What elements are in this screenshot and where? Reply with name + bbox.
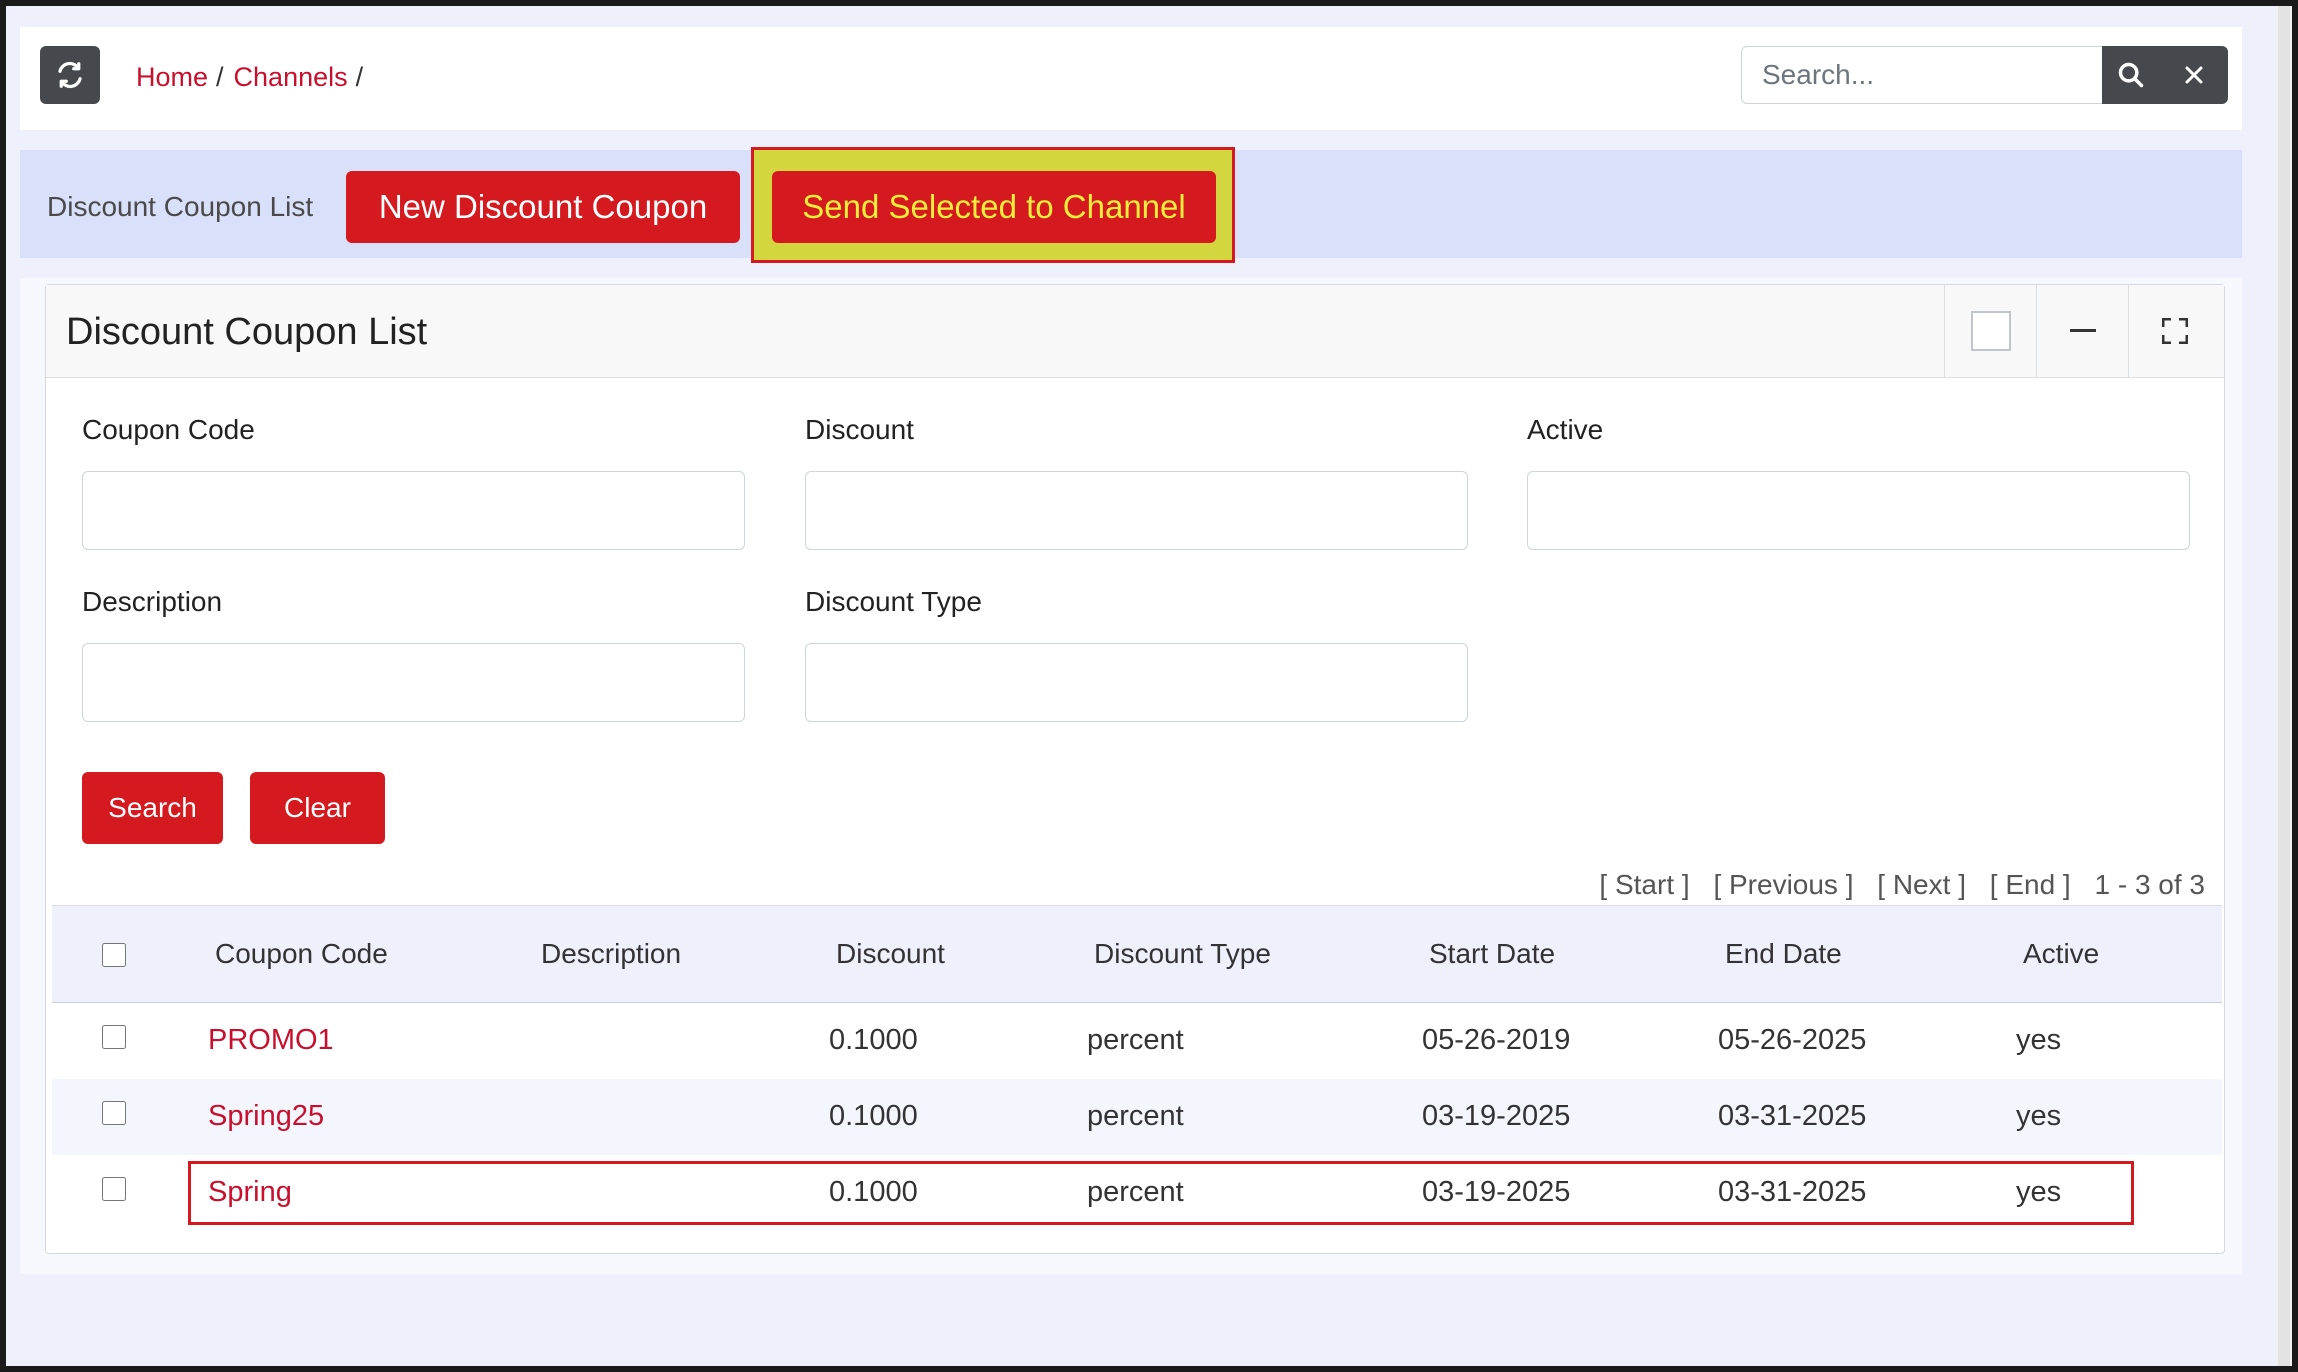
discount-type-cell: percent bbox=[1087, 1024, 1184, 1056]
pager-next[interactable]: [ Next ] bbox=[1877, 869, 1966, 900]
discount-cell: 0.1000 bbox=[829, 1176, 918, 1208]
minus-icon bbox=[2070, 329, 2096, 332]
coupon-code-link[interactable]: Spring bbox=[208, 1176, 292, 1209]
active-cell: yes bbox=[2016, 1024, 2062, 1056]
column-header-end-date[interactable]: End Date bbox=[1725, 938, 1842, 970]
pager-range: 1 - 3 of 3 bbox=[2094, 869, 2205, 900]
discount-cell: 0.1000 bbox=[829, 1024, 918, 1056]
clear-filters-button[interactable]: Clear bbox=[250, 772, 385, 844]
vertical-scrollbar[interactable] bbox=[2276, 6, 2292, 1366]
discount-label: Discount bbox=[805, 414, 914, 445]
pager-start[interactable]: [ Start ] bbox=[1599, 869, 1689, 900]
coupon-code-label: Coupon Code bbox=[82, 414, 255, 445]
card-minimize-button[interactable] bbox=[2036, 285, 2129, 377]
column-header-description[interactable]: Description bbox=[541, 938, 681, 970]
expand-icon bbox=[2162, 318, 2188, 344]
pagination: [ Start ] [ Previous ] [ Next ] [ End ] … bbox=[1583, 869, 2205, 901]
active-cell: yes bbox=[2016, 1100, 2062, 1132]
description-field[interactable] bbox=[82, 643, 745, 722]
discount-type-cell: percent bbox=[1087, 1176, 1184, 1208]
action-bar-title: Discount Coupon List bbox=[47, 191, 314, 222]
row-checkbox[interactable] bbox=[102, 1101, 126, 1125]
refresh-icon bbox=[58, 61, 82, 89]
square-icon bbox=[1971, 311, 2011, 351]
column-header-discount[interactable]: Discount bbox=[836, 938, 945, 970]
column-header-coupon-code[interactable]: Coupon Code bbox=[215, 938, 388, 970]
coupon-code-link[interactable]: PROMO1 bbox=[208, 1024, 334, 1057]
clear-search-button[interactable] bbox=[2160, 46, 2228, 104]
description-label: Description bbox=[82, 586, 223, 617]
discount-cell: 0.1000 bbox=[829, 1100, 918, 1132]
card-toggle-button[interactable] bbox=[1944, 285, 2037, 377]
breadcrumb: Home / Channels / bbox=[136, 62, 373, 93]
row-checkbox[interactable] bbox=[102, 1177, 126, 1201]
card-title: Discount Coupon List bbox=[66, 311, 428, 353]
breadcrumb-separator: / bbox=[355, 62, 364, 92]
column-header-start-date[interactable]: Start Date bbox=[1429, 938, 1555, 970]
scrollbar-track[interactable] bbox=[2278, 6, 2290, 1366]
active-field[interactable] bbox=[1527, 471, 2190, 550]
discount-type-field[interactable] bbox=[805, 643, 1468, 722]
discount-type-cell: percent bbox=[1087, 1100, 1184, 1132]
start-date-cell: 03-19-2025 bbox=[1422, 1176, 1571, 1208]
start-date-cell: 05-26-2019 bbox=[1422, 1024, 1571, 1056]
breadcrumb-channels[interactable]: Channels bbox=[234, 62, 348, 92]
pager-previous[interactable]: [ Previous ] bbox=[1713, 869, 1853, 900]
select-all-checkbox[interactable] bbox=[102, 943, 126, 967]
breadcrumb-home[interactable]: Home bbox=[136, 62, 208, 92]
end-date-cell: 03-31-2025 bbox=[1718, 1176, 1867, 1208]
search-button[interactable] bbox=[2102, 46, 2160, 104]
end-date-cell: 05-26-2025 bbox=[1718, 1024, 1867, 1056]
coupon-code-field[interactable] bbox=[82, 471, 745, 550]
active-label: Active bbox=[1527, 414, 1604, 445]
column-header-discount-type[interactable]: Discount Type bbox=[1094, 938, 1271, 970]
breadcrumb-separator: / bbox=[216, 62, 224, 92]
new-discount-coupon-button[interactable]: New Discount Coupon bbox=[346, 171, 740, 243]
search-icon bbox=[2118, 62, 2144, 88]
column-header-active[interactable]: Active bbox=[2023, 938, 2099, 970]
start-date-cell: 03-19-2025 bbox=[1422, 1100, 1571, 1132]
search-input[interactable] bbox=[1741, 46, 2102, 104]
send-selected-to-channel-button[interactable]: Send Selected to Channel bbox=[772, 171, 1216, 243]
refresh-button[interactable] bbox=[40, 46, 100, 104]
pager-end[interactable]: [ End ] bbox=[1990, 869, 2071, 900]
close-icon bbox=[2185, 66, 2203, 84]
discount-type-label: Discount Type bbox=[805, 586, 982, 617]
coupon-code-link[interactable]: Spring25 bbox=[208, 1100, 324, 1133]
discount-field[interactable] bbox=[805, 471, 1468, 550]
row-checkbox[interactable] bbox=[102, 1025, 126, 1049]
active-cell: yes bbox=[2016, 1176, 2062, 1208]
card-fullscreen-button[interactable] bbox=[2128, 285, 2221, 377]
end-date-cell: 03-31-2025 bbox=[1718, 1100, 1867, 1132]
search-submit-button[interactable]: Search bbox=[82, 772, 223, 844]
